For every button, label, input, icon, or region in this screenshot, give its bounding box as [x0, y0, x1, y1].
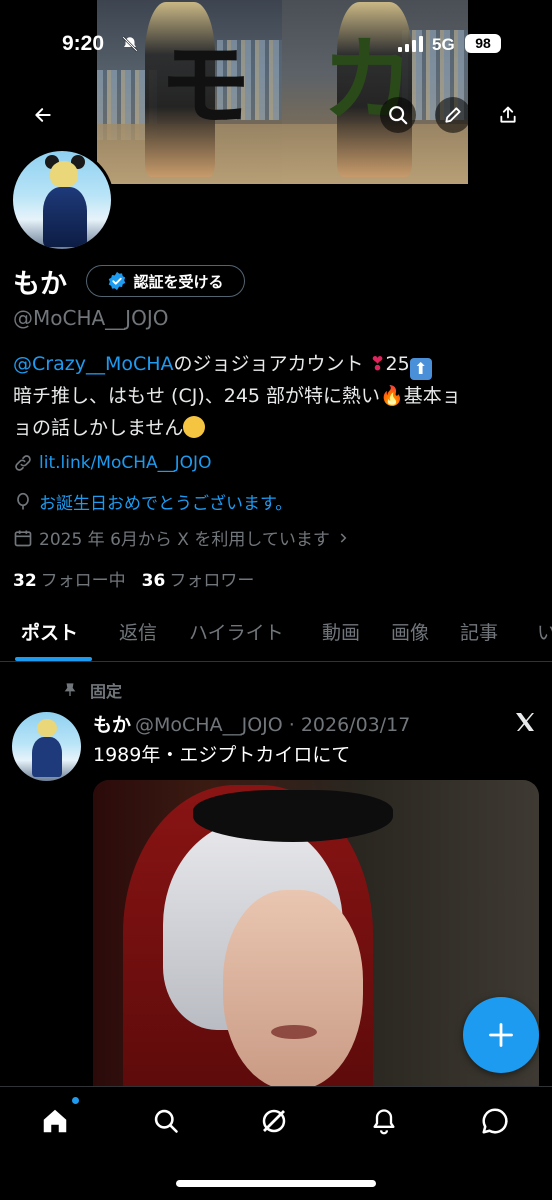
get-verified-button[interactable]: 認証を受ける [86, 265, 245, 297]
followers-label: フォロワー [169, 571, 255, 591]
bio-text-line1: のジョジョアカウント [173, 353, 364, 375]
search-icon [389, 106, 408, 125]
balloon-icon [17, 492, 29, 509]
tab-replies[interactable]: 返信 [119, 618, 157, 645]
post-author-name[interactable]: もか [93, 714, 131, 736]
profile-handle: @MoCHA__JOJO [13, 306, 169, 330]
following-label: フォロー中 [40, 571, 126, 591]
grok-icon [262, 1109, 286, 1133]
link-icon [15, 455, 31, 471]
bell-slash-icon [122, 36, 138, 52]
compose-post-button[interactable] [463, 997, 539, 1073]
profile-avatar[interactable] [10, 148, 114, 252]
bio-text-line2-rest: 基本ョ [403, 385, 461, 407]
tab-likes[interactable]: い [537, 618, 552, 645]
hugging-face-emoji-icon [183, 416, 206, 438]
active-tab-indicator [15, 657, 92, 661]
tab-videos[interactable]: 動画 [322, 618, 360, 645]
x-logo-icon[interactable] [513, 710, 537, 734]
up-arrow-emoji-icon: ⬆ [409, 358, 432, 380]
nav-explore[interactable] [148, 1103, 184, 1139]
post-handle-date: @MoCHA__JOJO · 2026/03/17 [135, 714, 411, 736]
plus-icon [489, 1023, 513, 1047]
post-header: もか @MoCHA__JOJO · 2026/03/17 [93, 710, 410, 737]
pinned-label: 固定 [90, 682, 123, 701]
nav-messages[interactable] [477, 1103, 513, 1139]
edit-icon [445, 107, 461, 123]
nav-notifications[interactable] [366, 1103, 402, 1139]
home-icon [43, 1109, 67, 1133]
search-button[interactable] [380, 97, 416, 133]
notifications-icon [373, 1109, 395, 1135]
status-time: 9:20 [62, 32, 105, 55]
profile-birthday-row: お誕生日おめでとうございます。 [13, 489, 292, 514]
share-button[interactable] [490, 97, 526, 133]
post-text: 1989年・エジプトカイロにて [93, 744, 351, 766]
post-author-avatar[interactable] [12, 712, 81, 781]
bio-number: 25 [385, 353, 410, 375]
tab-highlights[interactable]: ハイライト [189, 618, 284, 645]
profile-joined-text: 2025 年 6月から X を利用しています [39, 530, 330, 550]
profile-birthday-text: お誕生日おめでとうございます。 [39, 494, 293, 514]
calendar-icon [14, 530, 32, 546]
messages-icon [482, 1108, 508, 1134]
tab-images[interactable]: 画像 [391, 618, 429, 645]
heart-exclamation-emoji-icon: ❣ [369, 353, 386, 375]
following-count: 32 [13, 571, 37, 591]
profile-bio: @Crazy__MoCHAのジョジョアカウント ❣25 ⬆ 暗チ推し、はもせ (C… [13, 348, 539, 444]
profile-name: もか [13, 269, 67, 300]
signal-icon [398, 36, 423, 52]
followers-count: 36 [141, 571, 166, 591]
profile-joined-row[interactable]: 2025 年 6月から X を利用しています [13, 525, 350, 550]
profile-website-link[interactable]: lit.link/MoCHA__JOJO [39, 453, 211, 473]
followers-link[interactable]: 36 フォロワー [142, 566, 255, 591]
nav-grok[interactable] [256, 1103, 292, 1139]
verified-badge-icon [109, 271, 126, 291]
get-verified-label: 認証を受ける [133, 272, 224, 291]
chevron-right-icon [340, 532, 347, 543]
home-indicator-bar [176, 1180, 376, 1187]
edit-button[interactable] [435, 97, 471, 133]
pinned-label-row: 固定 [62, 678, 122, 702]
back-arrow-icon [35, 108, 51, 122]
battery-indicator: 98 [465, 34, 501, 53]
tab-posts[interactable]: ポスト [21, 618, 78, 645]
fire-emoji-icon: 🔥 [380, 385, 404, 407]
follow-stats: 32 フォロー中 36 フォロワー [13, 566, 254, 591]
bio-text-line2: 暗チ推し、はもせ (CJ)、245 部が特に熱い [13, 385, 381, 407]
pin-icon [64, 683, 76, 696]
back-button[interactable] [25, 97, 61, 133]
network-type: 5G [432, 35, 455, 54]
explore-icon [154, 1109, 178, 1133]
profile-website-row[interactable]: lit.link/MoCHA__JOJO [13, 453, 211, 473]
following-link[interactable]: 32 フォロー中 [13, 566, 126, 591]
tab-articles[interactable]: 記事 [460, 618, 498, 645]
profile-tabs: ポスト 返信 ハイライト 動画 画像 記事 い [0, 600, 552, 662]
share-icon [500, 106, 516, 123]
home-notification-dot [72, 1097, 79, 1104]
status-bar: 9:20 5G 98 [0, 0, 552, 58]
nav-home[interactable] [37, 1103, 73, 1139]
bio-text-line3: ョの話しかしません [13, 417, 184, 439]
bio-mention-link[interactable]: @Crazy__MoCHA [13, 353, 174, 375]
